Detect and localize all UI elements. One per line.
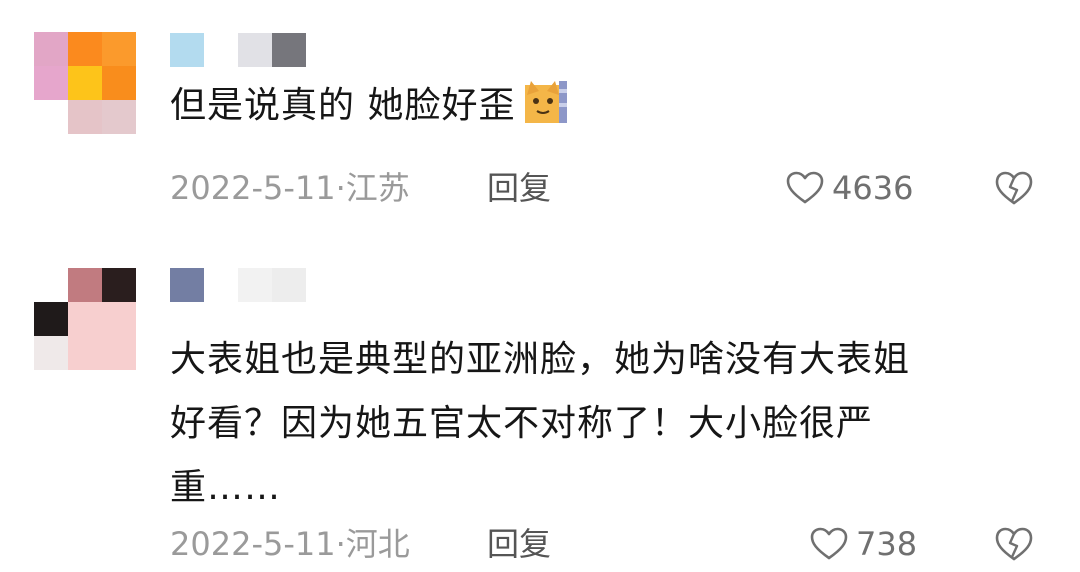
- comment-location: 河北: [345, 525, 410, 563]
- comment-meta: 2022-5-11·江苏: [170, 168, 410, 208]
- like-count: 4636: [832, 169, 914, 207]
- heart-outline-icon: [810, 527, 848, 560]
- meta-separator: ·: [335, 169, 346, 207]
- comment-text: 但是说真的 她脸好歪: [170, 74, 1040, 138]
- comment-item: 但是说真的 她脸好歪 2022-5-11·江苏 回复 4636: [0, 0, 1080, 240]
- comment-text-line: 大表姐也是典型的亚洲脸，她为啥没有大表姐: [170, 339, 911, 380]
- like-button[interactable]: 4636: [786, 168, 913, 208]
- comment-location: 江苏: [345, 169, 410, 207]
- comment-text-line: 好看？因为她五官太不对称了！大小脸很严: [170, 403, 874, 444]
- avatar[interactable]: [34, 268, 136, 370]
- like-count: 738: [856, 525, 918, 563]
- comment-text: 大表姐也是典型的亚洲脸，她为啥没有大表姐 好看？因为她五官太不对称了！大小脸很严…: [170, 328, 1040, 520]
- reply-button[interactable]: 回复: [487, 524, 551, 564]
- comment-meta: 2022-5-11·河北: [170, 524, 410, 564]
- cat-emoji-icon: [525, 81, 568, 123]
- meta-separator: ·: [335, 525, 346, 563]
- comment-item: 大表姐也是典型的亚洲脸，她为啥没有大表姐 好看？因为她五官太不对称了！大小脸很严…: [0, 240, 1080, 572]
- broken-heart-icon[interactable]: [994, 170, 1034, 206]
- broken-heart-icon[interactable]: [994, 526, 1034, 562]
- comment-text-line: 重……: [170, 467, 282, 508]
- heart-outline-icon: [786, 171, 824, 204]
- reply-button[interactable]: 回复: [487, 168, 551, 208]
- comment-date: 2022-5-11: [170, 169, 336, 207]
- avatar[interactable]: [34, 32, 136, 134]
- like-button[interactable]: 738: [810, 524, 917, 564]
- comment-date: 2022-5-11: [170, 525, 336, 563]
